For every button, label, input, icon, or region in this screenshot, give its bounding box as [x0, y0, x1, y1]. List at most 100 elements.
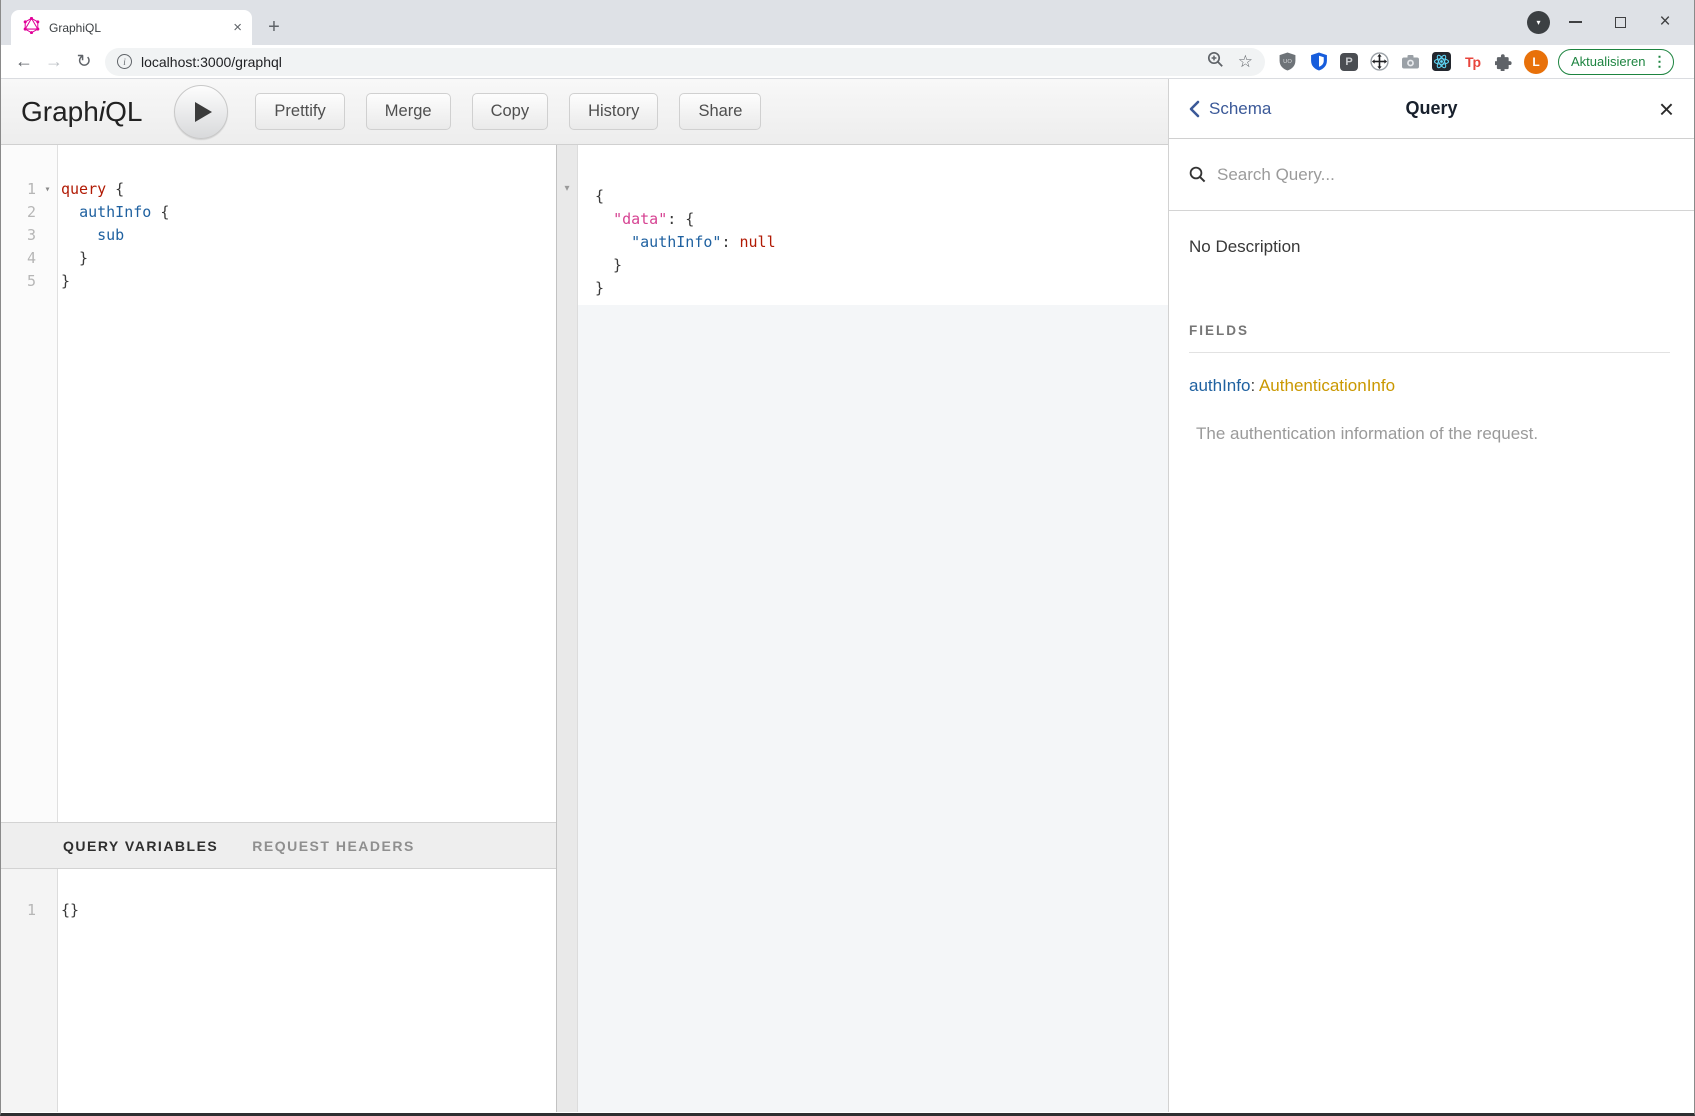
reload-icon[interactable]: ↻ [69, 51, 99, 72]
fold-gutter [39, 201, 56, 224]
secondary-editor-tabs: QUERY VARIABLES REQUEST HEADERS [1, 822, 556, 869]
tab-query-variables[interactable]: QUERY VARIABLES [63, 838, 218, 854]
svg-text:UO: UO [1283, 59, 1292, 65]
code-line: "authInfo": null [590, 231, 1168, 254]
share-button[interactable]: Share [679, 93, 761, 130]
omnibox-trailing-icons: ☆ [1207, 51, 1253, 73]
react-devtools-extension-icon[interactable] [1432, 52, 1451, 71]
fold-icon[interactable]: ▾ [39, 178, 56, 201]
doc-back-label: Schema [1209, 99, 1271, 119]
code-line: 3 sub [1, 224, 556, 247]
result-json: { "data": { "authInfo": null }} [578, 145, 1168, 300]
browser-tab[interactable]: GraphiQL × [11, 10, 252, 45]
p-extension-icon[interactable]: P [1340, 53, 1358, 71]
bitwarden-extension-icon[interactable] [1309, 52, 1328, 71]
code-line: 1{} [1, 899, 556, 922]
line-number: 1 [1, 178, 39, 201]
maximize-icon [1615, 17, 1626, 28]
search-icon [1189, 166, 1206, 183]
tab-search-icon[interactable]: ▾ [1527, 11, 1550, 34]
fold-gutter [39, 247, 56, 270]
query-variables-editor[interactable]: 1{} [1, 869, 556, 1112]
line-number: 3 [1, 224, 39, 247]
doc-search-input[interactable] [1217, 165, 1674, 185]
line-number: 1 [1, 899, 39, 922]
query-editor[interactable]: 1▾query {2 authInfo {3 sub4 }5} [1, 145, 556, 822]
history-button[interactable]: History [569, 93, 658, 130]
code-line: 5} [1, 270, 556, 293]
browser-update-button[interactable]: Aktualisieren ⋮ [1558, 49, 1674, 75]
code-line: } [590, 254, 1168, 277]
pane-splitter[interactable]: ▾ [556, 145, 578, 1112]
url-text[interactable]: localhost:3000/graphql [141, 54, 1198, 70]
field-separator: : [1250, 376, 1259, 395]
result-fold-icon[interactable]: ▾ [564, 183, 569, 194]
browser-window: GraphiQL × + ▾ × ← → ↻ i localhost:3000/… [0, 0, 1695, 1116]
toolbar-buttons: Prettify Merge Copy History Share [255, 93, 761, 130]
browser-menu-icon[interactable]: ⋮ [1652, 53, 1666, 70]
doc-explorer-content: No Description FIELDS authInfo: Authenti… [1169, 211, 1694, 444]
minimize-icon [1569, 21, 1582, 23]
address-bar: ← → ↻ i localhost:3000/graphql ☆ UO P [1, 45, 1694, 79]
window-maximize-button[interactable] [1599, 0, 1641, 44]
fold-gutter [39, 270, 56, 293]
field-item: authInfo: AuthenticationInfo [1189, 376, 1670, 396]
back-icon[interactable]: ← [9, 51, 39, 72]
doc-close-icon[interactable]: × [1659, 96, 1674, 122]
field-description: The authentication information of the re… [1196, 424, 1670, 444]
line-number: 5 [1, 270, 39, 293]
copy-button[interactable]: Copy [472, 93, 549, 130]
execute-query-button[interactable] [174, 85, 228, 139]
code-line: 4 } [1, 247, 556, 270]
code-line: "data": { [590, 208, 1168, 231]
fold-gutter [39, 224, 56, 247]
code-line: } [590, 277, 1168, 300]
graphql-favicon-icon [23, 17, 40, 39]
tp-extension-icon[interactable]: Tp [1463, 52, 1482, 71]
graphiql-logo: GraphiQL [21, 96, 142, 128]
profile-avatar[interactable]: L [1524, 50, 1548, 74]
graphiql-app: GraphiQL Prettify Merge Copy History Sha… [1, 79, 1694, 1112]
ublock-extension-icon[interactable]: UO [1278, 52, 1297, 71]
zoom-in-icon[interactable] [1207, 51, 1224, 73]
doc-explorer-panel: Schema Query × No Description FIELDS aut… [1168, 79, 1694, 1112]
workspace: 1▾query {2 authInfo {3 sub4 }5} QUERY VA… [1, 145, 1168, 1112]
merge-button[interactable]: Merge [366, 93, 451, 130]
bookmark-star-icon[interactable]: ☆ [1238, 53, 1253, 70]
line-number: 4 [1, 247, 39, 270]
play-icon [195, 102, 212, 122]
code-line: 1▾query { [1, 178, 556, 201]
doc-search-bar [1169, 139, 1694, 211]
chevron-left-icon [1189, 100, 1200, 118]
editor-column: 1▾query {2 authInfo {3 sub4 }5} QUERY VA… [1, 145, 556, 1112]
doc-explorer-header: Schema Query × [1169, 79, 1694, 139]
prettify-button[interactable]: Prettify [255, 93, 344, 130]
graphiql-topbar: GraphiQL Prettify Merge Copy History Sha… [1, 79, 1168, 145]
url-bar[interactable]: i localhost:3000/graphql ☆ [105, 48, 1265, 76]
forward-icon[interactable]: → [39, 51, 69, 72]
tab-request-headers[interactable]: REQUEST HEADERS [252, 838, 415, 854]
tab-title: GraphiQL [49, 21, 224, 35]
tab-close-icon[interactable]: × [233, 20, 242, 35]
fields-section-title: FIELDS [1189, 323, 1670, 353]
line-number: 2 [1, 201, 39, 224]
update-button-label: Aktualisieren [1571, 54, 1645, 69]
code-line: 2 authInfo { [1, 201, 556, 224]
field-name-link[interactable]: authInfo [1189, 376, 1250, 395]
code-line: { [590, 185, 1168, 208]
extensions-row: UO P Tp [1278, 52, 1513, 71]
window-close-button[interactable]: × [1644, 0, 1686, 44]
tab-strip: GraphiQL × + ▾ × [1, 0, 1694, 45]
fold-gutter [39, 899, 56, 922]
type-description: No Description [1189, 237, 1670, 257]
site-info-icon[interactable]: i [117, 54, 132, 69]
new-tab-button[interactable]: + [260, 13, 288, 41]
result-viewer: { "data": { "authInfo": null }} [578, 145, 1168, 1112]
move-circle-extension-icon[interactable] [1370, 52, 1389, 71]
window-minimize-button[interactable] [1554, 0, 1596, 44]
extensions-puzzle-icon[interactable] [1494, 52, 1513, 71]
doc-back-link[interactable]: Schema [1189, 99, 1271, 119]
graphiql-main: GraphiQL Prettify Merge Copy History Sha… [1, 79, 1168, 1112]
camera-extension-icon[interactable] [1401, 52, 1420, 71]
type-name-link[interactable]: AuthenticationInfo [1259, 376, 1395, 395]
